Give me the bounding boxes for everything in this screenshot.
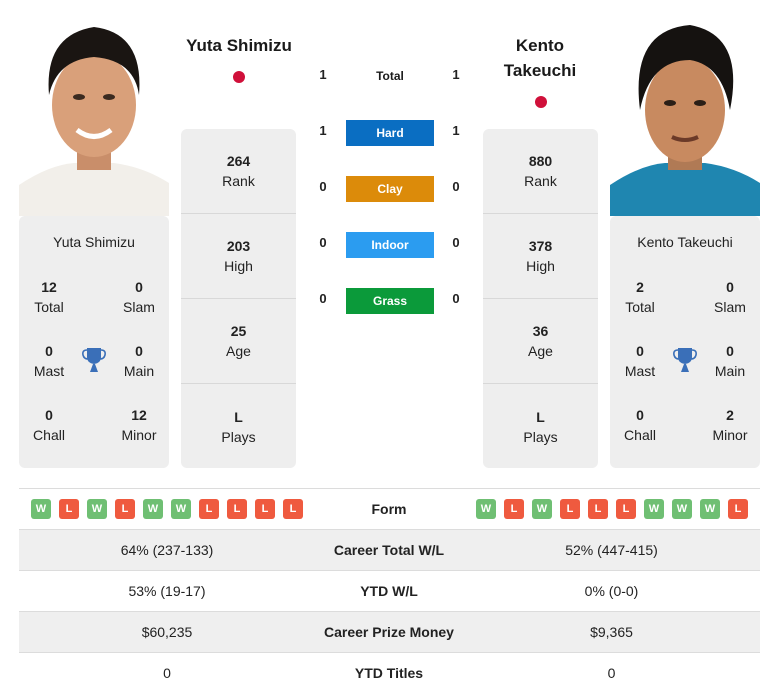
player2-titles-main: 0 Main (714, 343, 746, 379)
comparison-row: 53% (19-17) YTD W/L 0% (0-0) (19, 570, 760, 611)
h2h-indoor-p1: 0 (319, 235, 327, 250)
player2-plays: L Plays (523, 408, 558, 445)
surface-clay-badge: Clay (346, 176, 434, 202)
player2-titles-total: 2 Total (625, 279, 655, 315)
h2h-total-p1: 1 (319, 67, 327, 82)
row-label: YTD W/L (360, 583, 418, 599)
player1-photo (19, 15, 169, 216)
player1-value: 53% (19-17) (128, 583, 206, 599)
player2-value: 52% (447-415) (565, 542, 658, 558)
player2-titles-card: Kento Takeuchi 2 Total 0 Slam 0 Mast 0 Main … (610, 216, 760, 468)
player2-high: 378 High (483, 214, 598, 299)
row-label: YTD Titles (354, 665, 424, 681)
h2h-grass-p2: 0 (452, 291, 460, 306)
h2h-indoor-p2: 0 (452, 235, 460, 250)
player1-high: 203 High (181, 214, 296, 299)
player2-value: 0% (0-0) (584, 583, 639, 599)
form-win-badge[interactable]: W (143, 499, 163, 519)
player1-flag-icon (233, 71, 245, 83)
form-loss-badge[interactable]: L (616, 499, 636, 519)
form-label: Form (371, 501, 407, 517)
form-loss-badge[interactable]: L (588, 499, 608, 519)
player1-form: WLWLWWLLLL (31, 499, 311, 519)
form-row: WLWLWWLLLL Form WLWLLLWWWL (19, 488, 760, 529)
form-loss-badge[interactable]: L (728, 499, 748, 519)
player1-titles-card: Yuta Shimizu 12 Total 0 Slam 0 Mast 0 Main 0… (19, 216, 169, 468)
form-win-badge[interactable]: W (476, 499, 496, 519)
player2-value: 0 (607, 665, 616, 681)
surface-grass-badge: Grass (346, 288, 434, 314)
surface-hard-badge: Hard (346, 120, 434, 146)
player2-titles-chall: 0 Chall (624, 407, 656, 443)
comparison-row: 0 YTD Titles 0 (19, 652, 760, 693)
player1-titles-chall: 0 Chall (33, 407, 65, 443)
trophy-icon (673, 348, 697, 372)
h2h-grass-p1: 0 (319, 291, 327, 306)
player2-name-heading[interactable]: Kento Takeuchi (470, 33, 610, 83)
player1-value: $60,235 (141, 624, 193, 640)
player1-plays: L Plays (221, 408, 256, 445)
player1-titles-main: 0 Main (123, 343, 155, 379)
player2-rank: 880 Rank (483, 129, 598, 214)
player2-name-line1: Kento (515, 36, 565, 55)
form-win-badge[interactable]: W (644, 499, 664, 519)
player2-age: 36 Age (483, 299, 598, 384)
player2-value: $9,365 (590, 624, 633, 640)
form-loss-badge[interactable]: L (255, 499, 275, 519)
form-loss-badge[interactable]: L (283, 499, 303, 519)
row-label: Career Prize Money (324, 624, 454, 640)
h2h-total-p2: 1 (452, 67, 460, 82)
player1-titles-total: 12 Total (34, 279, 64, 315)
player1-age: 25 Age (181, 299, 296, 384)
h2h-clay-p1: 0 (319, 179, 327, 194)
form-loss-badge[interactable]: L (59, 499, 79, 519)
row-label: Career Total W/L (333, 542, 445, 558)
player1-value: 0 (163, 665, 171, 681)
form-loss-badge[interactable]: L (227, 499, 247, 519)
player1-card-name[interactable]: Yuta Shimizu (19, 234, 169, 250)
form-loss-badge[interactable]: L (199, 499, 219, 519)
player1-rank: 264 Rank (181, 129, 296, 214)
form-win-badge[interactable]: W (31, 499, 51, 519)
comparison-row: $60,235 Career Prize Money $9,365 (19, 611, 760, 652)
form-win-badge[interactable]: W (700, 499, 720, 519)
player1-info-column: 264 Rank 203 High 25 Age L Plays (181, 129, 296, 468)
player2-titles-slam: 0 Slam (714, 279, 746, 315)
form-loss-badge[interactable]: L (504, 499, 524, 519)
player1-name-heading[interactable]: Yuta Shimizu (169, 33, 309, 58)
h2h-total-label: Total (376, 69, 404, 83)
form-win-badge[interactable]: W (532, 499, 552, 519)
player2-name-line2: Takeuchi (503, 61, 577, 80)
trophy-icon (82, 348, 106, 372)
form-loss-badge[interactable]: L (560, 499, 580, 519)
h2h-hard-p1: 1 (319, 123, 327, 138)
player2-card-name[interactable]: Kento Takeuchi (610, 234, 760, 250)
player2-flag-icon (535, 96, 547, 108)
player1-value: 64% (237-133) (120, 542, 214, 558)
player2-photo (610, 15, 760, 216)
player1-titles-slam: 0 Slam (123, 279, 155, 315)
form-win-badge[interactable]: W (672, 499, 692, 519)
player1-titles-mast: 0 Mast (33, 343, 65, 379)
form-win-badge[interactable]: W (87, 499, 107, 519)
surface-indoor-badge: Indoor (346, 232, 434, 258)
form-loss-badge[interactable]: L (115, 499, 135, 519)
player2-info-column: 880 Rank 378 High 36 Age L Plays (483, 129, 598, 468)
h2h-clay-p2: 0 (452, 179, 460, 194)
form-win-badge[interactable]: W (171, 499, 191, 519)
player1-titles-minor: 12 Minor (121, 407, 157, 443)
comparison-row: 64% (237-133) Career Total W/L 52% (447-… (19, 529, 760, 570)
player2-titles-mast: 0 Mast (624, 343, 656, 379)
player2-form: WLWLLLWWWL (476, 499, 756, 519)
h2h-hard-p2: 1 (452, 123, 460, 138)
player2-titles-minor: 2 Minor (712, 407, 748, 443)
